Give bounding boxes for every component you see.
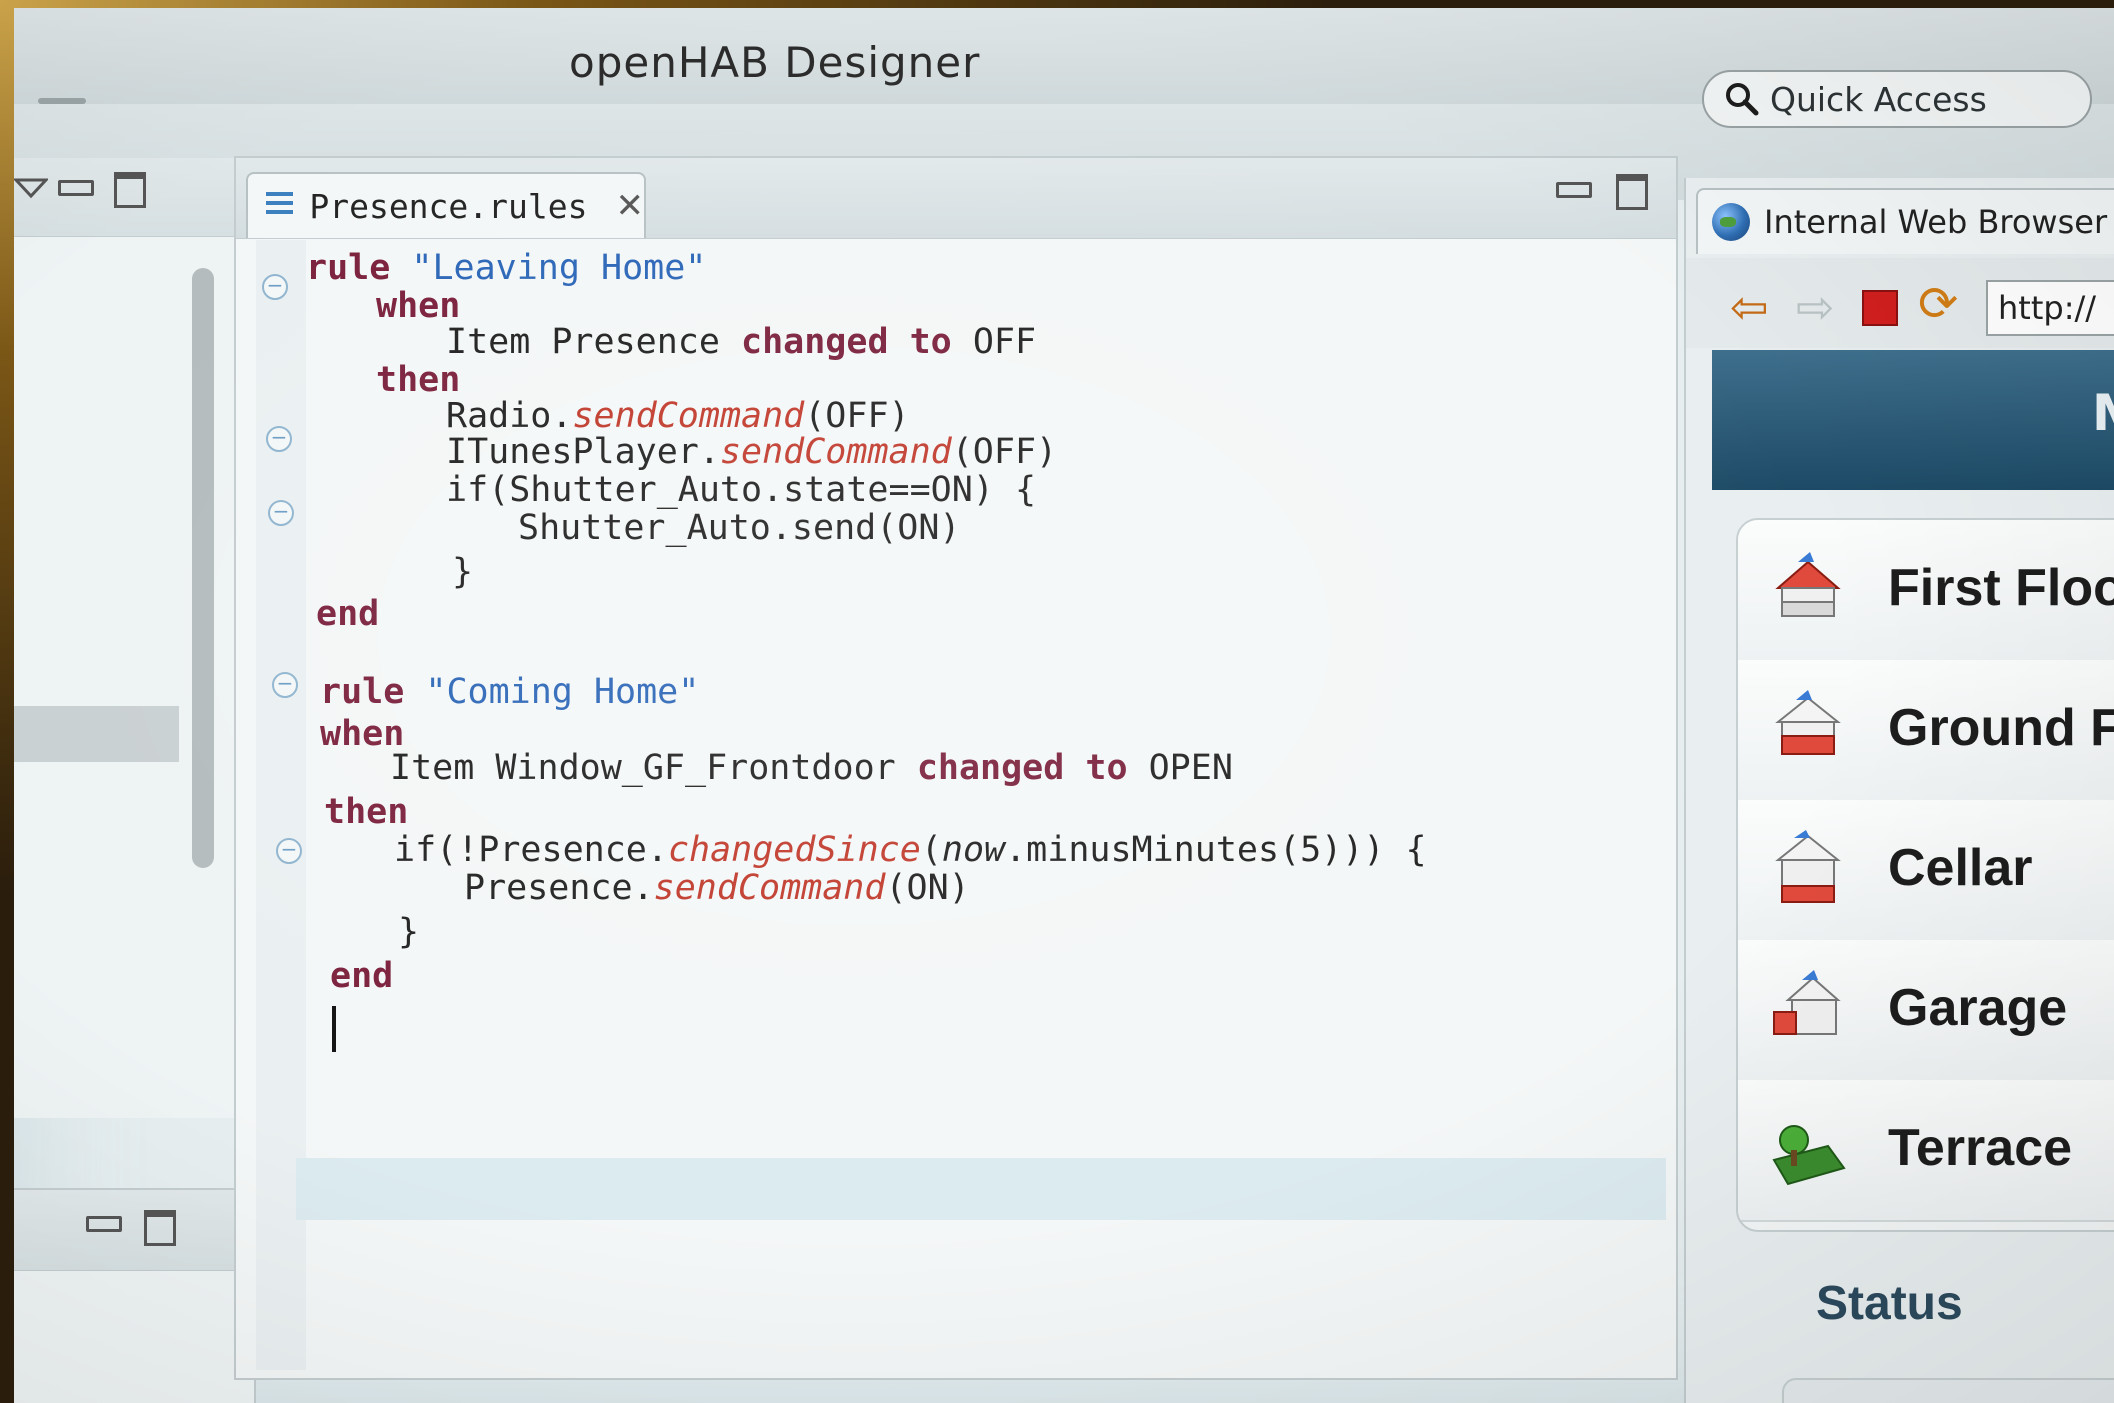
search-icon — [1726, 83, 1759, 116]
back-arrow-icon[interactable]: ⇦ — [1730, 280, 1769, 334]
fold-icon[interactable]: − — [276, 838, 302, 864]
code-line: Presence.sendCommand(ON) — [464, 868, 970, 908]
app-window: openHAB Designer Quick Access Presence.r… — [14, 8, 2114, 1403]
maximize-icon[interactable] — [144, 1210, 176, 1246]
menu-item-label: Cellar — [1888, 839, 2033, 897]
editor-tabbar: Presence.rules ✕ — [236, 158, 1676, 239]
globe-icon — [1712, 203, 1750, 241]
fold-icon[interactable]: − — [268, 500, 294, 526]
browser-nav-bar: ⇦ ⇨ ⟳ http:// — [1686, 258, 2114, 348]
fold-icon[interactable]: − — [262, 274, 288, 300]
tab-presence-rules[interactable]: Presence.rules ✕ — [246, 172, 646, 238]
internal-web-browser-panel: Internal Web Browser ⇦ ⇨ ⟳ http:// M Fir… — [1684, 178, 2114, 1403]
browser-tab-label: Internal Web Browser — [1764, 203, 2108, 241]
left-panel-tabbar — [14, 158, 254, 237]
rules-file-icon — [266, 192, 294, 220]
garage-icon — [1773, 970, 1841, 1035]
code-line: } — [398, 912, 420, 952]
code-line: when — [376, 286, 461, 326]
code-line: then — [324, 792, 409, 832]
menu-item-ground-floor[interactable]: Ground F — [1738, 660, 2114, 802]
rules-editor: Presence.rules ✕ − − − − − rule "Leaving… — [234, 156, 1678, 1380]
fold-icon[interactable]: − — [266, 426, 292, 452]
tab-label: Presence.rules — [309, 186, 588, 226]
menu-item-label: Ground F — [1888, 699, 2114, 757]
menu-item-label: Terrace — [1888, 1119, 2073, 1177]
maximize-icon[interactable] — [114, 172, 146, 208]
left-view-panel — [14, 158, 256, 1118]
code-line: then — [376, 360, 461, 400]
terrace-tree-icon — [1772, 1125, 1846, 1186]
code-line: Shutter_Auto.send(ON) — [518, 508, 961, 548]
forward-arrow-icon[interactable]: ⇨ — [1796, 280, 1835, 334]
code-line: Radio.sendCommand(OFF) — [446, 396, 910, 436]
quick-access-field[interactable]: Quick Access — [1702, 70, 2092, 128]
menu-item-terrace[interactable]: Terrace — [1738, 1080, 2114, 1222]
code-line: Item Presence changed to OFF — [446, 322, 1037, 362]
minimize-icon[interactable] — [86, 1216, 122, 1232]
status-section — [1782, 1378, 2114, 1403]
app-header-title: M — [2092, 384, 2114, 442]
location-menu: First Floo Ground F Cellar Garage Terrac… — [1736, 518, 2114, 1232]
menu-item-label: Garage — [1888, 979, 2068, 1037]
code-line: if(!Presence.changedSince(now.minusMinut… — [394, 830, 1427, 870]
code-line: end — [316, 594, 380, 634]
stop-icon[interactable] — [1862, 290, 1898, 326]
left-bottom-panel — [14, 1188, 256, 1403]
vertical-scrollbar[interactable] — [192, 268, 214, 868]
menu-item-garage[interactable]: Garage — [1738, 940, 2114, 1082]
house-cellar-icon — [1775, 830, 1841, 903]
url-field[interactable]: http:// — [1986, 280, 2114, 336]
code-line: } — [452, 552, 474, 592]
code-line: rule "Coming Home" — [320, 672, 700, 712]
menu-item-first-floor[interactable]: First Floo — [1738, 520, 2114, 662]
quick-access-label: Quick Access — [1770, 79, 1987, 119]
code-line: rule "Leaving Home" — [306, 248, 707, 288]
tab-internal-web-browser[interactable]: Internal Web Browser — [1696, 188, 2114, 254]
minimize-icon[interactable] — [58, 180, 94, 196]
maximize-icon[interactable] — [1616, 174, 1648, 210]
minimize-icon[interactable] — [1556, 182, 1592, 198]
window-title: openHAB Designer — [569, 38, 981, 87]
close-icon[interactable]: ✕ — [616, 186, 645, 226]
menu-item-cellar[interactable]: Cellar — [1738, 800, 2114, 942]
code-line: if(Shutter_Auto.state==ON) { — [446, 470, 1037, 510]
left-bottom-tabbar — [14, 1190, 254, 1271]
current-line-highlight — [296, 1158, 1666, 1220]
refresh-icon[interactable]: ⟳ — [1918, 276, 1958, 332]
view-menu-icon[interactable] — [14, 176, 48, 200]
code-line: Item Window_GF_Frontdoor changed to OPEN — [390, 748, 1233, 788]
text-caret — [332, 1006, 336, 1052]
menu-item-label: First Floo — [1888, 559, 2114, 617]
house-ground-floor-icon — [1775, 690, 1841, 755]
tree-selected-row[interactable] — [14, 706, 179, 762]
code-line: ITunesPlayer.sendCommand(OFF) — [446, 432, 1058, 472]
openhab-app-header: M — [1712, 350, 2114, 490]
fold-icon[interactable]: − — [272, 672, 298, 698]
house-first-floor-icon — [1775, 552, 1841, 617]
code-line: end — [330, 956, 394, 996]
status-heading: Status — [1816, 1277, 1963, 1330]
